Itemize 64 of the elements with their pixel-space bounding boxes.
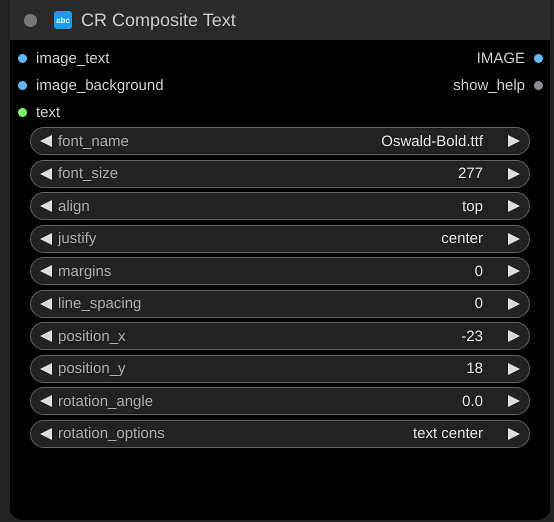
right-arrow-icon[interactable] xyxy=(507,166,521,180)
left-arrow-icon[interactable] xyxy=(39,329,53,343)
left-arrow-icon[interactable] xyxy=(39,166,53,180)
combo-widget[interactable]: font_name Oswald-Bold.ttf xyxy=(30,127,530,155)
input-slot-icon[interactable] xyxy=(18,54,27,63)
output-slot-icon[interactable] xyxy=(534,54,543,63)
input-label: text xyxy=(36,104,60,121)
right-arrow-icon[interactable] xyxy=(507,329,521,343)
input-label: image_background xyxy=(36,77,164,94)
input-label: image_text xyxy=(36,50,110,67)
combo-widget[interactable]: line_spacing 0 xyxy=(30,290,530,318)
right-arrow-icon[interactable] xyxy=(507,394,521,408)
left-arrow-icon[interactable] xyxy=(39,232,53,246)
widget-label: position_x xyxy=(58,328,127,344)
left-arrow-icon[interactable] xyxy=(39,362,53,376)
left-arrow-icon[interactable] xyxy=(39,296,53,310)
widget-value: center xyxy=(441,230,483,247)
widget-value: -23 xyxy=(461,328,483,344)
widget-label: align xyxy=(58,198,91,214)
combo-widget[interactable]: margins 0 xyxy=(30,257,530,285)
widget-label: justify xyxy=(58,230,98,247)
combo-widget[interactable]: justify center xyxy=(30,224,530,252)
right-arrow-icon[interactable] xyxy=(507,134,521,148)
widget-value: 18 xyxy=(466,360,483,377)
widget-value: 0 xyxy=(474,262,483,280)
combo-widget[interactable]: rotation_angle 0.0 xyxy=(30,387,530,415)
input-slot-icon[interactable] xyxy=(18,108,27,117)
widget-label: margins xyxy=(58,262,112,280)
right-arrow-icon[interactable] xyxy=(507,232,521,246)
widget-value: text center xyxy=(412,425,483,442)
output-label: IMAGE xyxy=(476,50,525,67)
collapse-dot-icon[interactable] xyxy=(24,14,37,26)
combo-widget[interactable]: position_x -23 xyxy=(30,322,530,350)
widget-value: 0 xyxy=(474,295,483,312)
left-arrow-icon[interactable] xyxy=(39,426,53,440)
left-arrow-icon[interactable] xyxy=(39,394,53,408)
node-type-icon: abc xyxy=(54,11,72,29)
combo-widget[interactable]: rotation_options text center xyxy=(30,420,530,448)
title-bar[interactable]: abc CR Composite Text xyxy=(10,0,550,40)
left-arrow-icon[interactable] xyxy=(39,199,53,213)
right-arrow-icon[interactable] xyxy=(507,426,521,440)
right-arrow-icon[interactable] xyxy=(507,264,521,278)
right-arrow-icon[interactable] xyxy=(507,296,521,310)
left-arrow-icon[interactable] xyxy=(39,134,53,148)
node-title: CR Composite Text xyxy=(81,10,236,30)
input-slot-icon[interactable] xyxy=(18,81,27,90)
widget-label: font_name xyxy=(58,132,130,150)
widget-label: rotation_angle xyxy=(58,392,154,410)
widget-label: font_size xyxy=(58,165,120,182)
widget-value: top xyxy=(462,198,483,214)
right-arrow-icon[interactable] xyxy=(507,362,521,376)
combo-widget[interactable]: font_size 277 xyxy=(30,160,530,188)
widget-value: Oswald-Bold.ttf xyxy=(381,132,483,150)
output-label: show_help xyxy=(453,77,525,94)
output-slot-icon[interactable] xyxy=(534,81,543,90)
right-arrow-icon[interactable] xyxy=(507,199,521,213)
widget-label: rotation_options xyxy=(58,425,166,442)
widget-label: position_y xyxy=(58,360,127,377)
left-arrow-icon[interactable] xyxy=(39,264,53,278)
widget-value: 0.0 xyxy=(462,392,483,410)
widget-label: line_spacing xyxy=(58,295,142,312)
combo-widget[interactable]: position_y 18 xyxy=(30,354,530,382)
widget-value: 277 xyxy=(458,165,483,182)
combo-widget[interactable]: align top xyxy=(30,192,530,220)
